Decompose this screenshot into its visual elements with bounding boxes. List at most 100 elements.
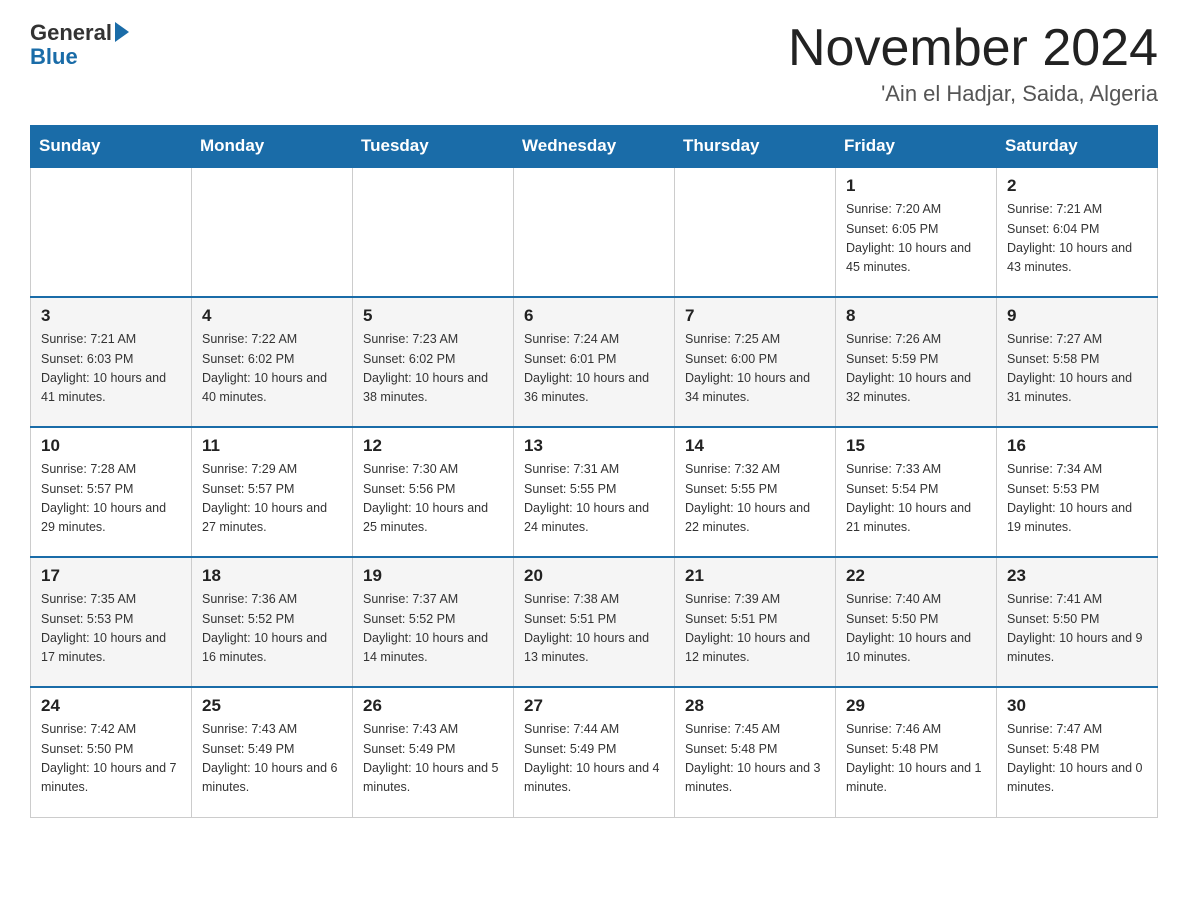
day-info: Sunrise: 7:38 AMSunset: 5:51 PMDaylight:… — [524, 590, 664, 668]
title-block: November 2024 'Ain el Hadjar, Saida, Alg… — [788, 20, 1158, 107]
calendar-cell: 17 Sunrise: 7:35 AMSunset: 5:53 PMDayligh… — [31, 557, 192, 687]
logo-text: General — [30, 20, 112, 46]
calendar-cell — [675, 167, 836, 297]
day-number: 6 — [524, 306, 664, 326]
page-header: General Blue November 2024 'Ain el Hadja… — [30, 20, 1158, 107]
calendar-table: SundayMondayTuesdayWednesdayThursdayFrid… — [30, 125, 1158, 818]
calendar-week-row: 10 Sunrise: 7:28 AMSunset: 5:57 PMDayligh… — [31, 427, 1158, 557]
day-number: 28 — [685, 696, 825, 716]
calendar-cell: 11Sunrise: 7:29 AMSunset: 5:57 PMDayligh… — [192, 427, 353, 557]
weekday-header-saturday: Saturday — [997, 126, 1158, 168]
calendar-cell: 18 Sunrise: 7:36 AMSunset: 5:52 PMDayligh… — [192, 557, 353, 687]
day-info: Sunrise: 7:31 AMSunset: 5:55 PMDaylight:… — [524, 460, 664, 538]
day-info: Sunrise: 7:39 AMSunset: 5:51 PMDaylight:… — [685, 590, 825, 668]
day-info: Sunrise: 7:21 AMSunset: 6:04 PMDaylight:… — [1007, 200, 1147, 278]
calendar-week-row: 1Sunrise: 7:20 AMSunset: 6:05 PMDaylight… — [31, 167, 1158, 297]
day-info: Sunrise: 7:41 AMSunset: 5:50 PMDaylight:… — [1007, 590, 1147, 668]
day-number: 26 — [363, 696, 503, 716]
weekday-header-monday: Monday — [192, 126, 353, 168]
logo-arrow-icon — [115, 22, 129, 42]
day-info: Sunrise: 7:30 AMSunset: 5:56 PMDaylight:… — [363, 460, 503, 538]
calendar-cell: 14 Sunrise: 7:32 AMSunset: 5:55 PMDayligh… — [675, 427, 836, 557]
calendar-cell: 25 Sunrise: 7:43 AMSunset: 5:49 PMDayligh… — [192, 687, 353, 817]
day-number: 27 — [524, 696, 664, 716]
day-info: Sunrise: 7:29 AMSunset: 5:57 PMDaylight:… — [202, 460, 342, 538]
day-info: Sunrise: 7:46 AMSunset: 5:48 PMDaylight:… — [846, 720, 986, 798]
calendar-cell: 29 Sunrise: 7:46 AMSunset: 5:48 PMDayligh… — [836, 687, 997, 817]
calendar-week-row: 24 Sunrise: 7:42 AMSunset: 5:50 PMDayligh… — [31, 687, 1158, 817]
day-number: 15 — [846, 436, 986, 456]
weekday-header-row: SundayMondayTuesdayWednesdayThursdayFrid… — [31, 126, 1158, 168]
day-number: 13 — [524, 436, 664, 456]
calendar-cell: 12 Sunrise: 7:30 AMSunset: 5:56 PMDayligh… — [353, 427, 514, 557]
day-number: 1 — [846, 176, 986, 196]
calendar-cell: 8Sunrise: 7:26 AMSunset: 5:59 PMDaylight… — [836, 297, 997, 427]
calendar-cell — [192, 167, 353, 297]
day-info: Sunrise: 7:36 AMSunset: 5:52 PMDaylight:… — [202, 590, 342, 668]
day-number: 5 — [363, 306, 503, 326]
day-info: Sunrise: 7:24 AMSunset: 6:01 PMDaylight:… — [524, 330, 664, 408]
calendar-cell: 4 Sunrise: 7:22 AMSunset: 6:02 PMDaylight… — [192, 297, 353, 427]
day-info: Sunrise: 7:28 AMSunset: 5:57 PMDaylight:… — [41, 460, 181, 538]
calendar-cell: 3Sunrise: 7:21 AMSunset: 6:03 PMDaylight… — [31, 297, 192, 427]
calendar-cell: 1Sunrise: 7:20 AMSunset: 6:05 PMDaylight… — [836, 167, 997, 297]
day-info: Sunrise: 7:44 AMSunset: 5:49 PMDaylight:… — [524, 720, 664, 798]
day-number: 21 — [685, 566, 825, 586]
month-title: November 2024 — [788, 20, 1158, 77]
day-info: Sunrise: 7:27 AMSunset: 5:58 PMDaylight:… — [1007, 330, 1147, 408]
calendar-cell: 19 Sunrise: 7:37 AMSunset: 5:52 PMDayligh… — [353, 557, 514, 687]
calendar-cell: 23 Sunrise: 7:41 AMSunset: 5:50 PMDayligh… — [997, 557, 1158, 687]
day-number: 16 — [1007, 436, 1147, 456]
day-number: 29 — [846, 696, 986, 716]
day-info: Sunrise: 7:43 AMSunset: 5:49 PMDaylight:… — [363, 720, 503, 798]
logo-blue-text: Blue — [30, 44, 78, 70]
day-number: 23 — [1007, 566, 1147, 586]
calendar-cell: 9 Sunrise: 7:27 AMSunset: 5:58 PMDaylight… — [997, 297, 1158, 427]
calendar-cell: 10 Sunrise: 7:28 AMSunset: 5:57 PMDayligh… — [31, 427, 192, 557]
day-info: Sunrise: 7:40 AMSunset: 5:50 PMDaylight:… — [846, 590, 986, 668]
day-number: 7 — [685, 306, 825, 326]
day-number: 30 — [1007, 696, 1147, 716]
day-number: 20 — [524, 566, 664, 586]
weekday-header-wednesday: Wednesday — [514, 126, 675, 168]
calendar-cell — [514, 167, 675, 297]
day-number: 2 — [1007, 176, 1147, 196]
day-info: Sunrise: 7:37 AMSunset: 5:52 PMDaylight:… — [363, 590, 503, 668]
calendar-cell: 26 Sunrise: 7:43 AMSunset: 5:49 PMDayligh… — [353, 687, 514, 817]
calendar-cell: 24 Sunrise: 7:42 AMSunset: 5:50 PMDayligh… — [31, 687, 192, 817]
calendar-cell: 30 Sunrise: 7:47 AMSunset: 5:48 PMDayligh… — [997, 687, 1158, 817]
day-info: Sunrise: 7:33 AMSunset: 5:54 PMDaylight:… — [846, 460, 986, 538]
day-info: Sunrise: 7:26 AMSunset: 5:59 PMDaylight:… — [846, 330, 986, 408]
day-number: 4 — [202, 306, 342, 326]
day-number: 12 — [363, 436, 503, 456]
calendar-cell: 20 Sunrise: 7:38 AMSunset: 5:51 PMDayligh… — [514, 557, 675, 687]
day-number: 14 — [685, 436, 825, 456]
day-number: 9 — [1007, 306, 1147, 326]
day-info: Sunrise: 7:45 AMSunset: 5:48 PMDaylight:… — [685, 720, 825, 798]
day-info: Sunrise: 7:34 AMSunset: 5:53 PMDaylight:… — [1007, 460, 1147, 538]
logo: General Blue — [30, 20, 129, 70]
calendar-cell: 22Sunrise: 7:40 AMSunset: 5:50 PMDayligh… — [836, 557, 997, 687]
day-info: Sunrise: 7:32 AMSunset: 5:55 PMDaylight:… — [685, 460, 825, 538]
day-number: 25 — [202, 696, 342, 716]
weekday-header-friday: Friday — [836, 126, 997, 168]
day-info: Sunrise: 7:35 AMSunset: 5:53 PMDaylight:… — [41, 590, 181, 668]
calendar-cell: 6 Sunrise: 7:24 AMSunset: 6:01 PMDaylight… — [514, 297, 675, 427]
day-number: 18 — [202, 566, 342, 586]
day-number: 19 — [363, 566, 503, 586]
calendar-cell: 13 Sunrise: 7:31 AMSunset: 5:55 PMDayligh… — [514, 427, 675, 557]
calendar-cell: 21 Sunrise: 7:39 AMSunset: 5:51 PMDayligh… — [675, 557, 836, 687]
day-info: Sunrise: 7:47 AMSunset: 5:48 PMDaylight:… — [1007, 720, 1147, 798]
calendar-cell: 7Sunrise: 7:25 AMSunset: 6:00 PMDaylight… — [675, 297, 836, 427]
calendar-cell: 15 Sunrise: 7:33 AMSunset: 5:54 PMDayligh… — [836, 427, 997, 557]
day-number: 24 — [41, 696, 181, 716]
calendar-cell: 28 Sunrise: 7:45 AMSunset: 5:48 PMDayligh… — [675, 687, 836, 817]
day-info: Sunrise: 7:22 AMSunset: 6:02 PMDaylight:… — [202, 330, 342, 408]
day-number: 17 — [41, 566, 181, 586]
day-info: Sunrise: 7:42 AMSunset: 5:50 PMDaylight:… — [41, 720, 181, 798]
day-number: 10 — [41, 436, 181, 456]
calendar-cell — [353, 167, 514, 297]
weekday-header-thursday: Thursday — [675, 126, 836, 168]
day-info: Sunrise: 7:43 AMSunset: 5:49 PMDaylight:… — [202, 720, 342, 798]
location: 'Ain el Hadjar, Saida, Algeria — [788, 81, 1158, 107]
